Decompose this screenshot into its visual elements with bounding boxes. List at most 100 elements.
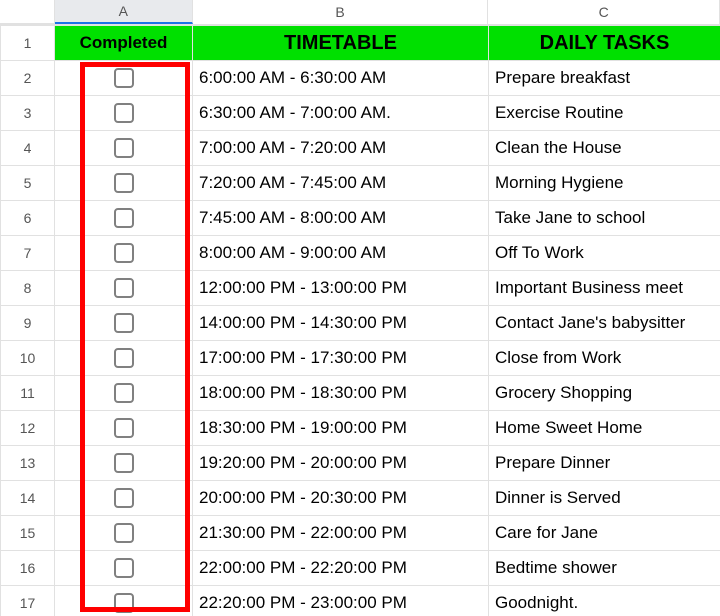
row-number[interactable]: 8 — [1, 271, 55, 306]
cell-completed[interactable] — [55, 551, 193, 586]
checkbox-icon[interactable] — [114, 243, 134, 263]
cell-timetable[interactable]: 17:00:00 PM - 17:30:00 PM — [193, 341, 489, 376]
checkbox-icon[interactable] — [114, 68, 134, 88]
row-number[interactable]: 5 — [1, 166, 55, 201]
cell-task[interactable]: Exercise Routine — [489, 96, 720, 131]
cell-timetable[interactable]: 7:20:00 AM - 7:45:00 AM — [193, 166, 489, 201]
cell-task[interactable]: Take Jane to school — [489, 201, 720, 236]
checkbox-icon[interactable] — [114, 593, 134, 613]
row-number[interactable]: 1 — [1, 26, 55, 61]
header-daily-tasks-label: DAILY TASKS — [540, 32, 670, 54]
column-header-A[interactable]: A — [55, 0, 193, 24]
checkbox-icon[interactable] — [114, 383, 134, 403]
cell-timetable[interactable]: 6:30:00 AM - 7:00:00 AM. — [193, 96, 489, 131]
cell-completed[interactable] — [55, 201, 193, 236]
cell-timetable[interactable]: 18:00:00 PM - 18:30:00 PM — [193, 376, 489, 411]
timetable-text: 7:20:00 AM - 7:45:00 AM — [193, 173, 488, 193]
cell-task[interactable]: Contact Jane's babysitter — [489, 306, 720, 341]
cell-completed[interactable] — [55, 236, 193, 271]
row-number[interactable]: 6 — [1, 201, 55, 236]
cell-completed[interactable] — [55, 411, 193, 446]
cell-completed[interactable] — [55, 516, 193, 551]
cell-completed[interactable] — [55, 586, 193, 616]
cell-completed[interactable] — [55, 271, 193, 306]
task-text: Important Business meet — [489, 278, 720, 298]
row-number[interactable]: 14 — [1, 481, 55, 516]
row-number[interactable]: 10 — [1, 341, 55, 376]
timetable-text: 14:00:00 PM - 14:30:00 PM — [193, 313, 488, 333]
cell-completed[interactable] — [55, 166, 193, 201]
cell-task[interactable]: Clean the House — [489, 131, 720, 166]
cell-completed[interactable] — [55, 341, 193, 376]
header-timetable[interactable]: TIMETABLE — [193, 26, 489, 61]
column-header-B[interactable]: B — [193, 0, 489, 24]
table-row: 16 22:00:00 PM - 22:20:00 PM Bedtime sho… — [1, 551, 720, 586]
checkbox-icon[interactable] — [114, 418, 134, 438]
cell-task[interactable]: Home Sweet Home — [489, 411, 720, 446]
cell-timetable[interactable]: 12:00:00 PM - 13:00:00 PM — [193, 271, 489, 306]
row-number[interactable]: 17 — [1, 586, 55, 616]
cell-timetable[interactable]: 20:00:00 PM - 20:30:00 PM — [193, 481, 489, 516]
cell-timetable[interactable]: 22:00:00 PM - 22:20:00 PM — [193, 551, 489, 586]
cell-task[interactable]: Bedtime shower — [489, 551, 720, 586]
checkbox-icon[interactable] — [114, 313, 134, 333]
checkbox-icon[interactable] — [114, 278, 134, 298]
cell-task[interactable]: Off To Work — [489, 236, 720, 271]
cell-timetable[interactable]: 7:45:00 AM - 8:00:00 AM — [193, 201, 489, 236]
timetable-text: 22:20:00 PM - 23:00:00 PM — [193, 593, 488, 613]
cell-timetable[interactable]: 21:30:00 PM - 22:00:00 PM — [193, 516, 489, 551]
row-number[interactable]: 11 — [1, 376, 55, 411]
timetable-text: 18:00:00 PM - 18:30:00 PM — [193, 383, 488, 403]
cell-timetable[interactable]: 14:00:00 PM - 14:30:00 PM — [193, 306, 489, 341]
cell-completed[interactable] — [55, 446, 193, 481]
column-header-C[interactable]: C — [488, 0, 720, 24]
cell-completed[interactable] — [55, 376, 193, 411]
task-text: Off To Work — [489, 243, 720, 263]
cell-task[interactable]: Morning Hygiene — [489, 166, 720, 201]
checkbox-icon[interactable] — [114, 173, 134, 193]
checkbox-icon[interactable] — [114, 208, 134, 228]
cell-completed[interactable] — [55, 61, 193, 96]
header-daily-tasks[interactable]: DAILY TASKS — [489, 26, 720, 61]
checkbox-icon[interactable] — [114, 138, 134, 158]
row-number[interactable]: 7 — [1, 236, 55, 271]
row-number[interactable]: 12 — [1, 411, 55, 446]
checkbox-icon[interactable] — [114, 488, 134, 508]
cell-task[interactable]: Grocery Shopping — [489, 376, 720, 411]
header-timetable-label: TIMETABLE — [284, 32, 397, 54]
cell-task[interactable]: Care for Jane — [489, 516, 720, 551]
cell-task[interactable]: Important Business meet — [489, 271, 720, 306]
spreadsheet-view: A B C 1 Completed TIMETABLE DAILY TASKS … — [0, 0, 720, 616]
select-all-corner[interactable] — [0, 0, 55, 24]
checkbox-icon[interactable] — [114, 453, 134, 473]
cell-completed[interactable] — [55, 481, 193, 516]
cell-timetable[interactable]: 8:00:00 AM - 9:00:00 AM — [193, 236, 489, 271]
checkbox-icon[interactable] — [114, 348, 134, 368]
cell-task[interactable]: Close from Work — [489, 341, 720, 376]
cell-timetable[interactable]: 19:20:00 PM - 20:00:00 PM — [193, 446, 489, 481]
row-number[interactable]: 3 — [1, 96, 55, 131]
cell-completed[interactable] — [55, 96, 193, 131]
cell-task[interactable]: Goodnight. — [489, 586, 720, 616]
row-number[interactable]: 15 — [1, 516, 55, 551]
cell-task[interactable]: Prepare breakfast — [489, 61, 720, 96]
cell-timetable[interactable]: 18:30:00 PM - 19:00:00 PM — [193, 411, 489, 446]
cell-completed[interactable] — [55, 306, 193, 341]
row-number[interactable]: 4 — [1, 131, 55, 166]
cell-timetable[interactable]: 22:20:00 PM - 23:00:00 PM — [193, 586, 489, 616]
row-number[interactable]: 9 — [1, 306, 55, 341]
checkbox-icon[interactable] — [114, 103, 134, 123]
checkbox-icon[interactable] — [114, 523, 134, 543]
cell-timetable[interactable]: 6:00:00 AM - 6:30:00 AM — [193, 61, 489, 96]
cell-task[interactable]: Prepare Dinner — [489, 446, 720, 481]
row-number[interactable]: 2 — [1, 61, 55, 96]
checkbox-icon[interactable] — [114, 558, 134, 578]
timetable-text: 7:45:00 AM - 8:00:00 AM — [193, 208, 488, 228]
header-completed[interactable]: Completed — [55, 26, 193, 61]
cell-timetable[interactable]: 7:00:00 AM - 7:20:00 AM — [193, 131, 489, 166]
row-number[interactable]: 16 — [1, 551, 55, 586]
table-row: 7 8:00:00 AM - 9:00:00 AM Off To Work — [1, 236, 720, 271]
row-number[interactable]: 13 — [1, 446, 55, 481]
cell-completed[interactable] — [55, 131, 193, 166]
cell-task[interactable]: Dinner is Served — [489, 481, 720, 516]
